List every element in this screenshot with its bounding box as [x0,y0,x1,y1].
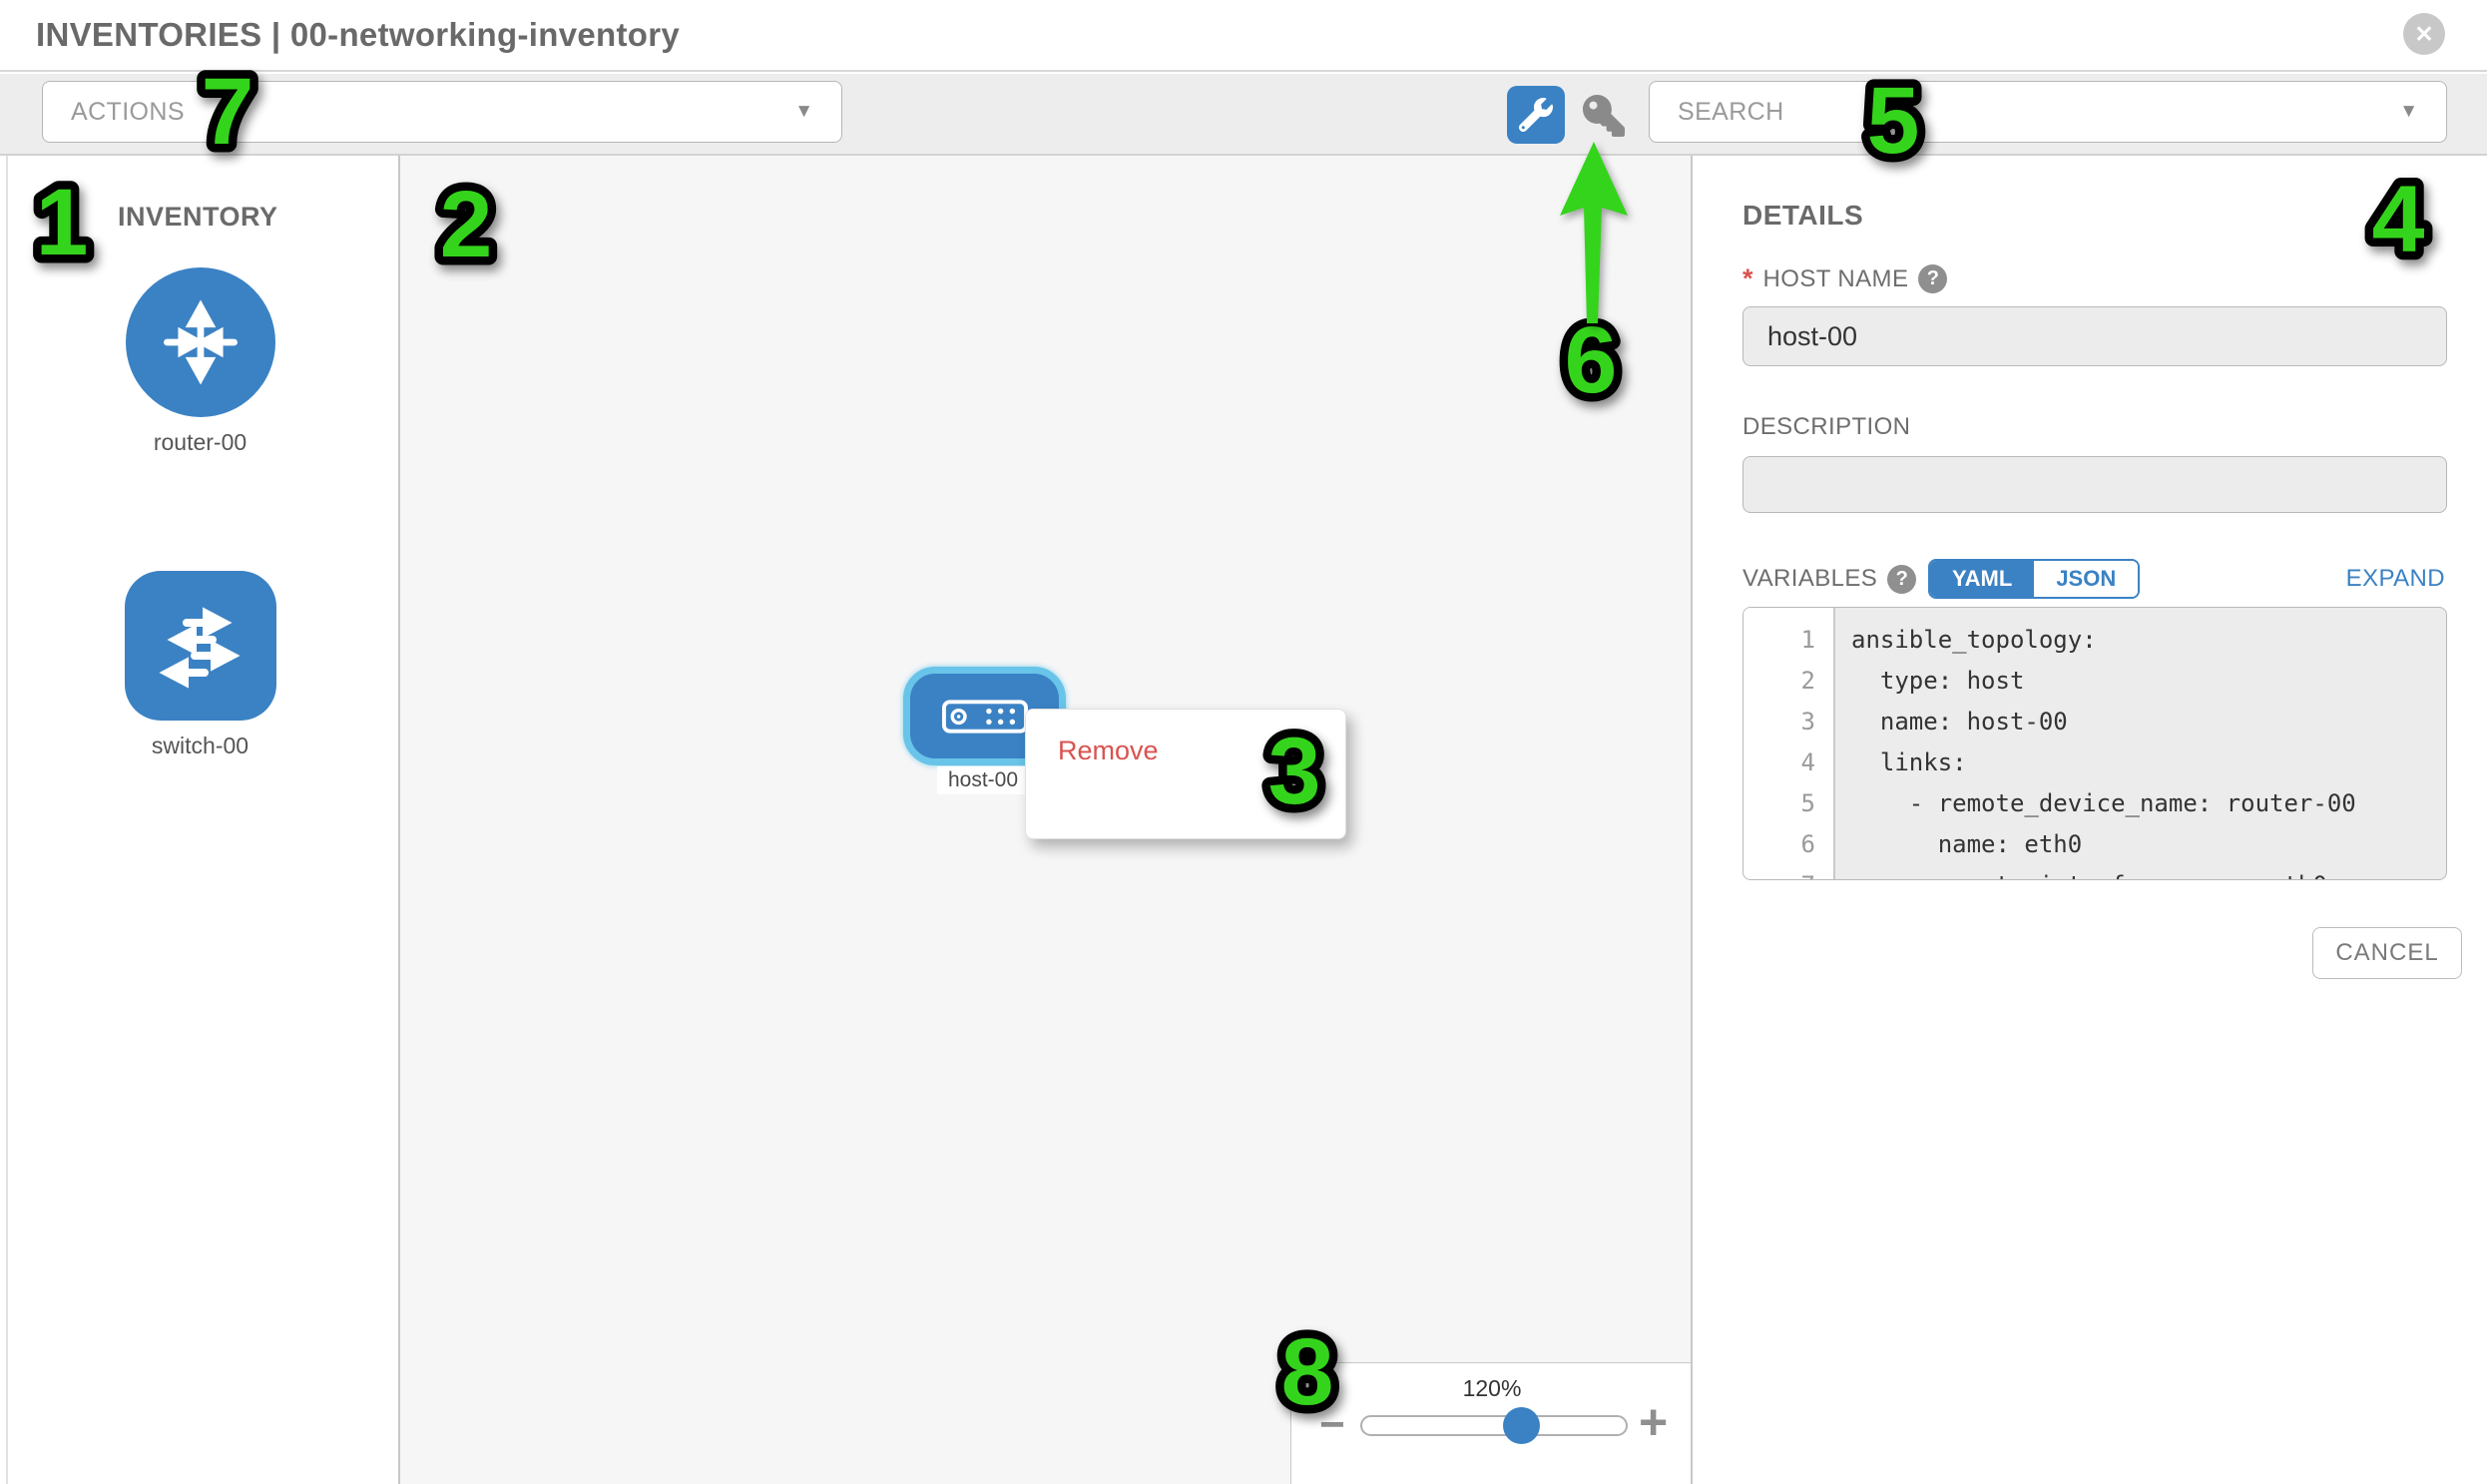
host-name-input[interactable] [1742,306,2447,366]
details-panel: DETAILS * HOST NAME DESCRIPTION VARIABLE… [1693,156,2487,1484]
host-name-label: HOST NAME [1763,265,1909,293]
search-dropdown-label: SEARCH [1678,98,1784,127]
switch-icon [125,571,276,721]
search-dropdown[interactable]: SEARCH [1649,81,2447,143]
help-icon[interactable] [1918,264,1947,293]
host-node-label: host-00 [937,766,1029,794]
palette-heading: INVENTORY [118,202,278,233]
code-line: remote_interface_name: eth0 [1835,865,2446,880]
context-menu-item-remove[interactable]: Remove [1026,726,1345,775]
yaml-toggle-button[interactable]: YAML [1930,561,2034,597]
code-line: links: [1835,742,2446,783]
code-line: type: host [1835,661,2446,702]
zoom-slider-track[interactable] [1360,1415,1628,1436]
network-inventory-app: INVENTORIES | 00-networking-inventory AC… [0,0,2487,1484]
topology-canvas[interactable]: host-00 Details Remove 120% − + [400,156,1693,1484]
zoom-control-panel: 120% − + [1290,1362,1693,1484]
toolbar-tools-button[interactable] [1507,86,1565,144]
close-icon[interactable] [2403,13,2445,55]
chevron-down-icon [2399,101,2418,123]
page-title: INVENTORIES | 00-networking-inventory [36,16,680,54]
expand-link[interactable]: EXPAND [2346,565,2445,593]
details-heading: DETAILS [1742,200,1863,232]
description-label-row: DESCRIPTION [1742,413,1910,441]
editor-line-numbers: 1 2 3 4 5 6 7 [1743,608,1835,879]
json-toggle-button[interactable]: JSON [2034,561,2138,597]
actions-dropdown-label: ACTIONS [71,98,185,127]
key-button[interactable] [1583,95,1625,137]
zoom-out-button[interactable]: − [1319,1403,1345,1447]
variables-label-row: VARIABLES [1742,559,1916,599]
palette-item-label: switch-00 [0,733,400,759]
palette-item-router[interactable]: router-00 [0,267,400,456]
code-line: name: eth0 [1835,824,2446,865]
zoom-slider-thumb[interactable] [1503,1407,1540,1444]
code-line: name: host-00 [1835,702,2446,742]
actions-dropdown[interactable]: ACTIONS [42,81,842,143]
toolbar: ACTIONS SEARCH [0,74,2487,156]
variables-code-editor[interactable]: 1 2 3 4 5 6 7 ansible_topology: type: ho… [1742,607,2447,880]
variables-format-toggle: YAML JSON [1928,559,2140,599]
required-asterisk: * [1742,263,1753,294]
palette-item-switch[interactable]: switch-00 [0,571,400,759]
inventory-palette: INVENTORY router-00 [0,156,400,1484]
node-context-menu: Details Remove [1025,709,1346,839]
page-header: INVENTORIES | 00-networking-inventory [0,0,2487,72]
variables-label: VARIABLES [1742,565,1877,593]
router-icon [126,267,275,417]
editor-code-lines: ansible_topology: type: host name: host-… [1835,608,2446,880]
description-input[interactable] [1742,456,2447,513]
zoom-level-value: 120% [1291,1375,1693,1402]
palette-item-label: router-00 [0,429,400,456]
host-name-label-row: * HOST NAME [1742,263,1947,294]
key-icon [1583,95,1625,137]
help-icon[interactable] [1887,565,1916,594]
chevron-down-icon [794,101,813,123]
cancel-button[interactable]: CANCEL [2312,927,2462,979]
code-line: ansible_topology: [1835,620,2446,661]
host-icon [942,700,1028,734]
wrench-icon [1519,98,1553,132]
description-label: DESCRIPTION [1742,413,1910,441]
code-line: - remote_device_name: router-00 [1835,783,2446,824]
zoom-in-button[interactable]: + [1639,1397,1668,1447]
